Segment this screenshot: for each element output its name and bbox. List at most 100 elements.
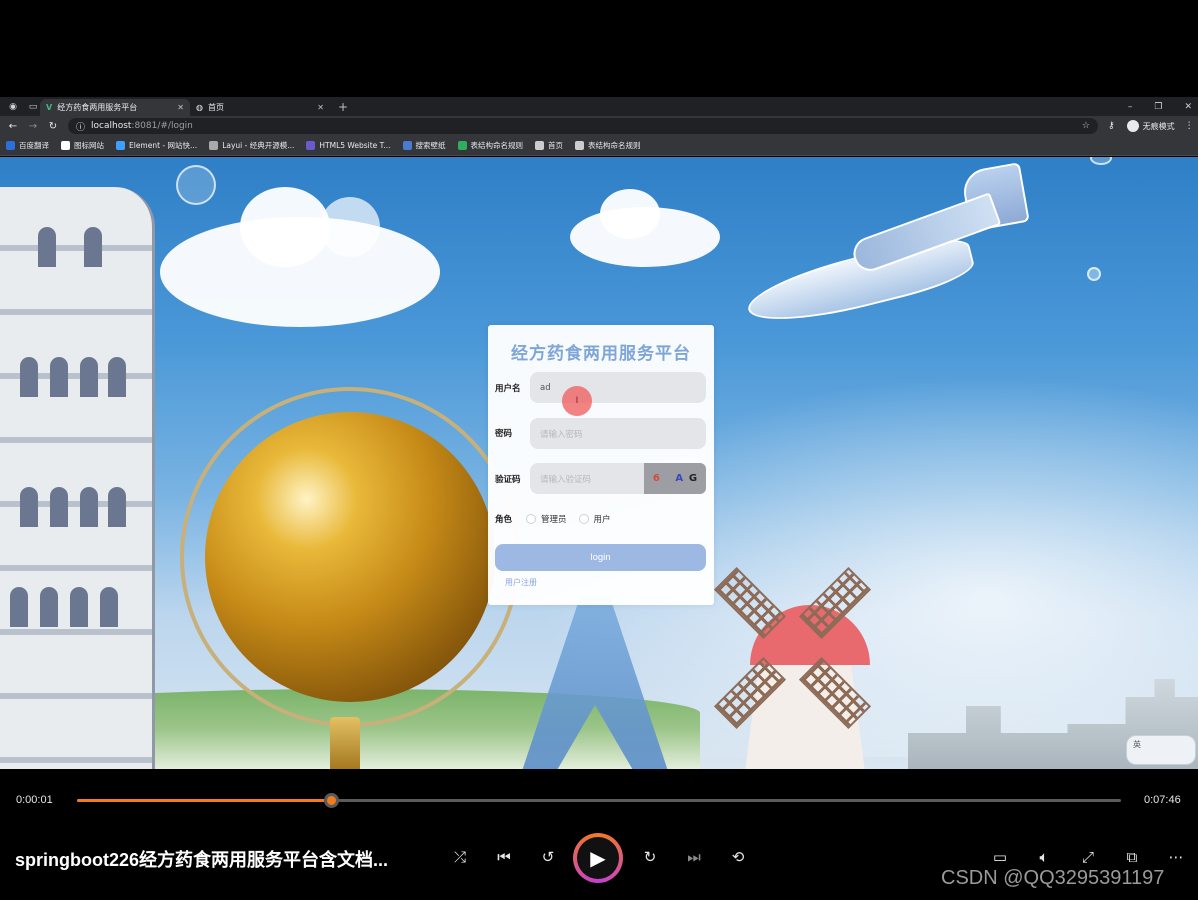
- progress-handle[interactable]: [323, 793, 339, 808]
- bubble: [1090, 157, 1112, 165]
- tab-active[interactable]: V 经方药食两用服务平台 ✕: [40, 99, 190, 116]
- next-icon[interactable]: ⏭: [683, 846, 705, 868]
- login-title: 经方药食两用服务平台: [511, 344, 691, 364]
- letterbox-top: [0, 0, 1198, 97]
- captcha-label: 验证码: [495, 475, 521, 485]
- bookmark-item[interactable]: HTML5 Website T...: [306, 141, 391, 150]
- previous-icon[interactable]: ⏮: [493, 846, 515, 868]
- bookmark-item[interactable]: Element - 网站快...: [116, 140, 197, 151]
- forward-arrow-icon[interactable]: →: [26, 121, 40, 132]
- progress-fill: [77, 799, 331, 802]
- role-option-label: 用户: [593, 515, 611, 525]
- password-input[interactable]: 请输入密码: [530, 418, 706, 449]
- tower-window: [70, 587, 88, 627]
- radio-button[interactable]: [578, 514, 589, 524]
- role-label: 角色: [495, 515, 513, 525]
- mini-player-icon[interactable]: ⧉: [1121, 846, 1143, 868]
- leaning-tower: [0, 187, 155, 769]
- profile-label: 无痕模式: [1142, 121, 1175, 131]
- restore-icon[interactable]: ❐: [1154, 102, 1162, 112]
- login-card: 经方药食两用服务平台 用户名 ad I 密码 请输入密码 验证码 请输入验证码 …: [488, 325, 714, 605]
- bookmark-label: 图标网站: [74, 141, 104, 150]
- tab-inactive[interactable]: ◍ 首页 ✕: [190, 99, 330, 116]
- bookmark-label: 表结构命名规则: [470, 141, 524, 150]
- register-link[interactable]: 用户注册: [505, 577, 537, 588]
- tower-window: [80, 357, 98, 397]
- shuffle-icon[interactable]: ⤮: [449, 846, 471, 868]
- bookmark-favicon-icon: [306, 141, 316, 150]
- total-time: 0:07:46: [1144, 794, 1181, 806]
- bookmark-item[interactable]: 首页: [535, 140, 563, 151]
- tab-search-icon[interactable]: ▭: [26, 100, 40, 114]
- ime-indicator[interactable]: 英: [1126, 735, 1196, 765]
- bookmark-label: 百度翻译: [19, 141, 49, 150]
- captcha-image[interactable]: 6 · A G: [644, 463, 706, 494]
- cloud: [240, 187, 330, 267]
- volume-icon[interactable]: 🔈︎: [1033, 846, 1055, 868]
- tower-window: [20, 487, 38, 527]
- bookmark-favicon-icon: [6, 141, 15, 150]
- tower-window: [20, 357, 38, 397]
- bookmark-item[interactable]: 表结构命名规则: [457, 140, 524, 151]
- bookmark-favicon-icon: [116, 141, 125, 150]
- bookmark-item[interactable]: Layui - 经典开源模...: [209, 140, 294, 151]
- radio-button[interactable]: [526, 514, 537, 524]
- username-input[interactable]: ad: [530, 372, 706, 403]
- bookmark-item[interactable]: 搜索壁纸: [402, 140, 446, 151]
- browser-tab-bar: ◉ ▭ V 经方药食两用服务平台 ✕ ◍ 首页 ✕ + – ❐ ✕: [0, 97, 1198, 116]
- repeat-off-icon[interactable]: ⟲: [727, 846, 749, 868]
- bookmark-star-icon[interactable]: ☆: [1082, 121, 1090, 131]
- captcha-char: G: [688, 473, 698, 484]
- fullscreen-icon[interactable]: ⤢: [1077, 846, 1099, 868]
- role-option-user[interactable]: 用户: [578, 513, 611, 525]
- incognito-profile[interactable]: 无痕模式: [1126, 120, 1175, 132]
- new-tab-plus-icon[interactable]: +: [338, 100, 348, 114]
- window-close-icon[interactable]: ✕: [1184, 102, 1192, 112]
- url-omnibox[interactable]: ⓘ localhost :8081/#/login ☆: [68, 118, 1098, 134]
- info-icon[interactable]: ⓘ: [76, 120, 85, 133]
- cloud: [600, 189, 660, 239]
- csdn-watermark: CSDN @QQ3295391197: [941, 867, 1165, 889]
- reload-icon[interactable]: ↻: [46, 121, 60, 132]
- bubble: [1087, 267, 1101, 281]
- bookmarks-bar: 百度翻译 图标网站 Element - 网站快... Layui - 经典开源模...…: [0, 136, 1198, 156]
- browser-menu-icon[interactable]: ◉: [6, 100, 20, 114]
- globe-icon: ◍: [196, 103, 203, 112]
- tower-window: [50, 487, 68, 527]
- bookmark-label: Element - 网站快...: [129, 141, 198, 150]
- minimize-icon[interactable]: –: [1128, 102, 1133, 112]
- tab-title: 首页: [207, 103, 224, 112]
- bookmark-label: 表结构命名规则: [588, 141, 641, 150]
- password-label: 密码: [495, 429, 513, 439]
- forward-30-icon[interactable]: ↻: [639, 846, 661, 868]
- bookmark-item[interactable]: 表结构命名规则: [575, 140, 641, 151]
- rewind-10-icon[interactable]: ↺: [537, 846, 559, 868]
- progress-track[interactable]: [77, 793, 1121, 808]
- bookmark-item[interactable]: 百度翻译: [6, 140, 49, 151]
- captcha-char: 6: [652, 473, 660, 484]
- login-button[interactable]: login: [495, 544, 706, 571]
- captcha-input[interactable]: 请输入验证码: [530, 463, 644, 494]
- bookmark-label: HTML5 Website T...: [319, 141, 391, 150]
- role-option-label: 管理员: [541, 515, 567, 525]
- browser-address-bar: ← → ↻ ⓘ localhost :8081/#/login ☆ ⚷ 无痕模式…: [0, 116, 1198, 136]
- vue-icon: V: [46, 103, 53, 112]
- tower-window: [40, 587, 58, 627]
- close-icon[interactable]: ✕: [317, 103, 324, 112]
- close-icon[interactable]: ✕: [177, 103, 184, 112]
- bookmark-label: 搜索壁纸: [415, 141, 446, 150]
- key-icon[interactable]: ⚷: [1108, 121, 1115, 131]
- incognito-icon: [1126, 120, 1139, 132]
- url-path: :8081/#/login: [131, 121, 193, 131]
- tower-window: [108, 487, 126, 527]
- back-arrow-icon[interactable]: ←: [6, 121, 20, 132]
- more-options-icon[interactable]: ⋯: [1165, 846, 1187, 868]
- tower-window: [10, 587, 28, 627]
- bookmark-item[interactable]: 图标网站: [61, 140, 104, 151]
- subtitles-icon[interactable]: ▭: [989, 846, 1011, 868]
- tower-window: [80, 487, 98, 527]
- mouse-cursor-highlight: I: [562, 386, 592, 416]
- role-option-admin[interactable]: 管理员: [526, 513, 567, 525]
- play-button[interactable]: ▶: [573, 833, 623, 883]
- more-menu-icon[interactable]: ⋮: [1185, 121, 1194, 131]
